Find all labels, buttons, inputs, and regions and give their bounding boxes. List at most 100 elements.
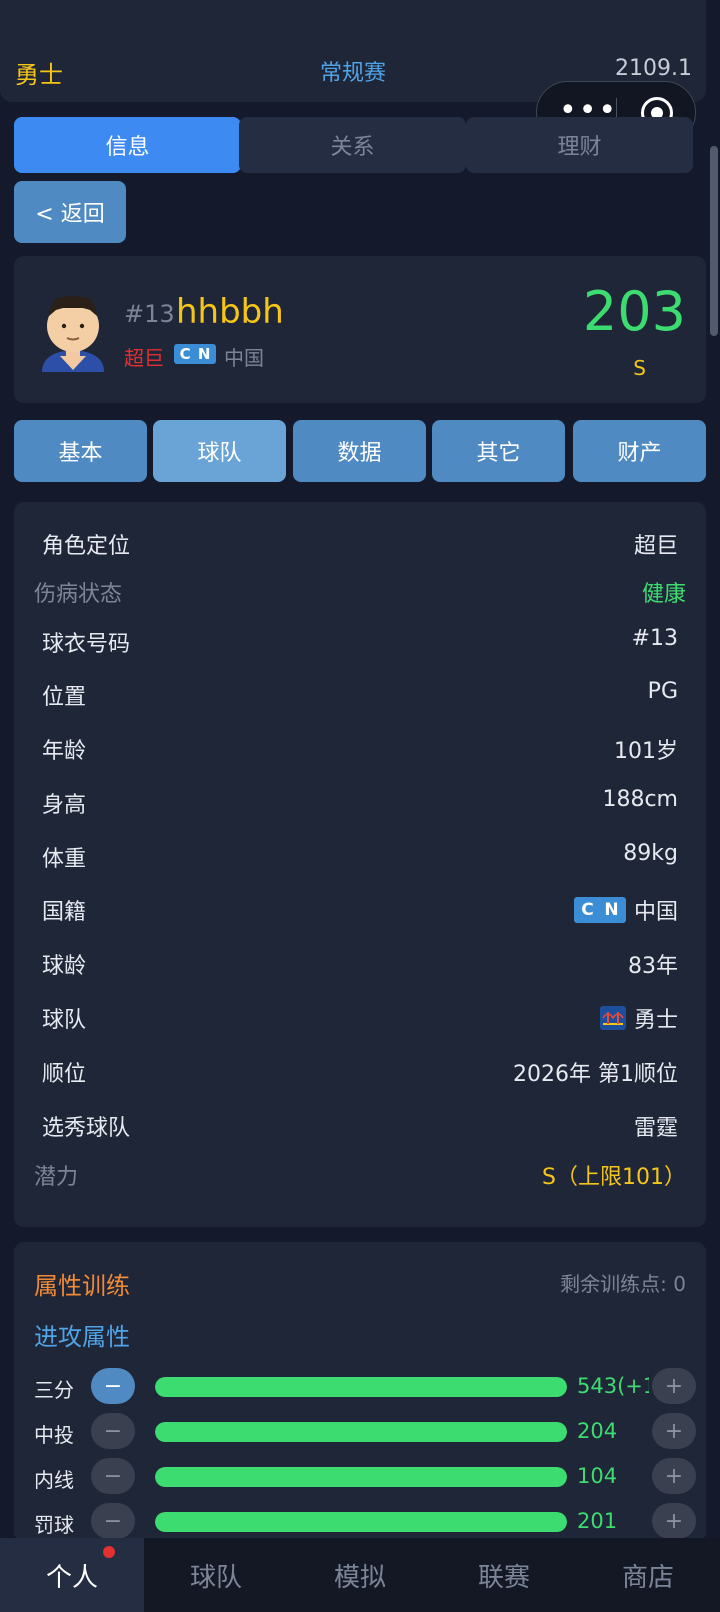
nav-label: 球队 <box>189 1562 242 1593</box>
avatar <box>42 296 104 372</box>
info-value: 188cm <box>602 787 678 812</box>
nav-league[interactable]: 联赛 <box>432 1538 576 1612</box>
nav-simulate[interactable]: 模拟 <box>288 1538 432 1612</box>
attribute-bar <box>155 1467 567 1487</box>
nav-team[interactable]: 球队 <box>144 1538 288 1612</box>
info-value: PG <box>647 679 678 704</box>
info-row-nationality: 国籍 C N 中国 <box>14 880 706 934</box>
decrease-button[interactable]: − <box>91 1368 135 1404</box>
attribute-value: 543(+1 <box>577 1374 649 1398</box>
info-value: 89kg <box>623 841 678 866</box>
attribute-row-freethrow: 罚球 − 201 + <box>34 1503 696 1541</box>
info-value: 83年 <box>628 954 678 979</box>
attribute-bar-fill <box>155 1422 567 1442</box>
decrease-button[interactable]: − <box>91 1503 135 1539</box>
info-label: 伤病状态 <box>34 582 123 607</box>
decrease-button[interactable]: − <box>91 1413 135 1449</box>
info-label: 国籍 <box>42 900 87 925</box>
attribute-name: 三分 <box>34 1378 74 1402</box>
info-label: 位置 <box>42 685 87 710</box>
attribute-name: 中投 <box>34 1423 74 1447</box>
info-label: 球衣号码 <box>42 632 131 657</box>
attribute-value: 201 <box>577 1509 618 1533</box>
info-label: 球队 <box>42 1008 87 1033</box>
info-value: 雷霆 <box>633 1116 678 1141</box>
info-row-years: 球龄 83年 <box>14 934 706 988</box>
info-value: 2026年 第1顺位 <box>513 1062 678 1087</box>
info-label: 身高 <box>42 793 87 818</box>
flag-code-1: C <box>581 900 594 920</box>
info-row-jersey: 球衣号码 #13 <box>14 612 706 666</box>
info-value: 超巨 <box>633 534 678 559</box>
info-row-weight: 体重 89kg <box>14 827 706 881</box>
subtab-other[interactable]: 其它 <box>432 420 565 482</box>
nav-personal[interactable]: 个人 <box>0 1538 144 1612</box>
increase-button[interactable]: + <box>652 1458 696 1494</box>
nav-label: 商店 <box>621 1562 674 1593</box>
info-row-height: 身高 188cm <box>14 773 706 827</box>
attribute-name: 内线 <box>34 1468 74 1492</box>
tab-finance[interactable]: 理财 <box>466 117 693 173</box>
info-row-potential: 潜力 S（上限101） <box>14 1145 706 1199</box>
main-tabs: 信息 关系 理财 <box>14 117 706 173</box>
info-label: 球龄 <box>42 954 87 979</box>
increase-button[interactable]: + <box>652 1503 696 1539</box>
info-row-draft-team: 选秀球队 雷霆 <box>14 1096 706 1150</box>
info-label: 角色定位 <box>42 534 131 559</box>
attribute-value: 204 <box>577 1419 618 1443</box>
scrollbar[interactable] <box>710 146 718 336</box>
notification-dot-icon <box>103 1546 115 1558</box>
header-rating: 2109.1 <box>615 56 692 81</box>
nav-label: 联赛 <box>477 1562 530 1593</box>
info-label: 潜力 <box>34 1165 79 1190</box>
training-points: 剩余训练点: 0 <box>560 1272 686 1296</box>
decrease-button[interactable]: − <box>91 1458 135 1494</box>
attribute-value: 104 <box>577 1464 618 1488</box>
player-profile-card: #13 hhbbh 超巨 C N 中国 203 S <box>14 256 706 403</box>
attribute-row-inside: 内线 − 104 + <box>34 1458 696 1496</box>
flag-code-2: N <box>197 345 211 363</box>
player-country: 中国 <box>224 346 264 370</box>
nav-shop[interactable]: 商店 <box>576 1538 720 1612</box>
info-label: 顺位 <box>42 1062 87 1087</box>
attribute-row-midrange: 中投 − 204 + <box>34 1413 696 1451</box>
subtab-property[interactable]: 财产 <box>573 420 706 482</box>
player-number: #13 <box>124 300 175 328</box>
subtab-stats[interactable]: 数据 <box>293 420 426 482</box>
country-flag-icon: C N <box>174 344 216 364</box>
info-row-team: 球队 勇士 <box>14 988 706 1042</box>
player-overall: 203 <box>582 280 686 343</box>
info-row-role: 角色定位 超巨 <box>14 514 706 568</box>
player-name: hhbbh <box>176 292 284 332</box>
subtab-basic[interactable]: 基本 <box>14 420 147 482</box>
subtab-team[interactable]: 球队 <box>153 420 286 482</box>
profile-subtabs: 基本 球队 数据 其它 财产 <box>14 420 706 482</box>
attribute-name: 罚球 <box>34 1513 74 1537</box>
player-info-card: 角色定位 超巨 伤病状态 健康 球衣号码 #13 位置 PG 年龄 101岁 身… <box>14 502 706 1227</box>
country-flag-icon: C N <box>573 897 626 923</box>
attribute-bar-fill <box>155 1377 567 1397</box>
nav-label: 个人 <box>45 1562 98 1593</box>
attribute-bar <box>155 1512 567 1532</box>
attribute-bar <box>155 1422 567 1442</box>
increase-button[interactable]: + <box>652 1368 696 1404</box>
back-button[interactable]: < 返回 <box>14 181 126 243</box>
player-grade: S <box>633 356 646 380</box>
info-label: 体重 <box>42 847 87 872</box>
info-label: 选秀球队 <box>42 1116 131 1141</box>
tab-relations[interactable]: 关系 <box>239 117 466 173</box>
offense-section-title: 进攻属性 <box>34 1323 130 1351</box>
bottom-navigation: 个人 球队 模拟 联赛 商店 <box>0 1538 720 1612</box>
info-value: 勇士 <box>633 1008 678 1033</box>
info-value: 101岁 <box>614 739 678 764</box>
increase-button[interactable]: + <box>652 1413 696 1449</box>
attribute-bar-fill <box>155 1512 567 1532</box>
info-value: #13 <box>631 626 678 651</box>
nav-label: 模拟 <box>333 1562 386 1593</box>
tab-info[interactable]: 信息 <box>14 117 241 173</box>
info-value: 健康 <box>641 582 686 607</box>
info-row-age: 年龄 101岁 <box>14 719 706 773</box>
flag-code-2: N <box>604 900 619 920</box>
training-title: 属性训练 <box>34 1272 130 1300</box>
attribute-training-card: 属性训练 剩余训练点: 0 进攻属性 三分 − 543(+1 + 中投 − 20… <box>14 1242 706 1542</box>
